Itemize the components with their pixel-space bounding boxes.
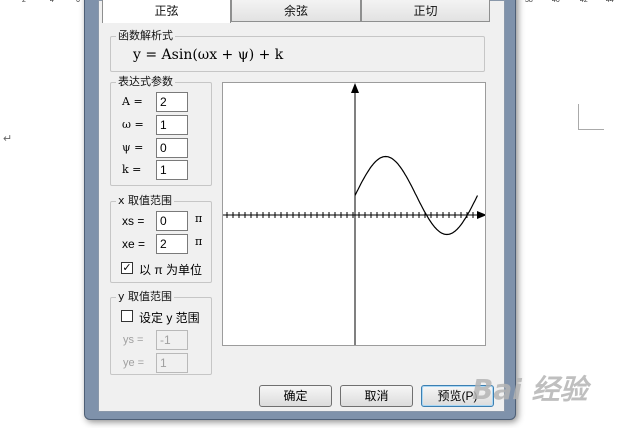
page-margin-corner xyxy=(578,104,604,130)
pi-unit-checkbox[interactable]: ✓ xyxy=(121,262,133,274)
cancel-button[interactable]: 取消 xyxy=(340,385,413,407)
graph-canvas xyxy=(223,83,487,345)
ruler-number: 44 xyxy=(606,0,614,4)
xs-pi-symbol: π xyxy=(195,212,203,225)
graph-preview-panel xyxy=(222,82,487,346)
tab-cosine[interactable]: 余弦 xyxy=(231,0,361,22)
param-a-label: A = xyxy=(122,95,143,108)
ruler-number: 40 xyxy=(552,0,560,4)
formula-group-title: 函数解析式 xyxy=(116,29,175,43)
formula-text: y = Asin(ωx + ψ) + k xyxy=(133,47,284,63)
xs-input[interactable]: 0 xyxy=(156,211,188,231)
tab-tangent[interactable]: 正切 xyxy=(361,0,490,22)
param-omega-input[interactable]: 1 xyxy=(156,115,188,135)
param-omega-label: ω = xyxy=(122,118,144,131)
y-range-group-title: y 取值范围 xyxy=(116,290,175,304)
params-group-title: 表达式参数 xyxy=(116,75,175,89)
param-psi-label: ψ = xyxy=(122,141,144,154)
sine-curve xyxy=(354,155,479,236)
param-psi-input[interactable]: 0 xyxy=(156,138,188,158)
y-axis-arrow-icon xyxy=(351,83,359,93)
baidu-watermark: Bai 经验 xyxy=(472,373,588,406)
ruler-number: 2 xyxy=(22,0,26,4)
ys-input[interactable]: -1 xyxy=(156,330,188,350)
param-k-label: k = xyxy=(122,163,142,176)
set-y-range-checkbox[interactable] xyxy=(121,310,133,322)
xe-pi-symbol: π xyxy=(195,235,203,248)
ok-button[interactable]: 确定 xyxy=(259,385,332,407)
xe-input[interactable]: 2 xyxy=(156,234,188,254)
ys-label: ys = xyxy=(123,334,144,346)
xs-label: xs = xyxy=(122,214,145,228)
ruler-number: 38 xyxy=(525,0,533,4)
param-k-input[interactable]: 1 xyxy=(156,160,188,180)
ye-label: ye = xyxy=(123,357,145,369)
ruler-number: 6 xyxy=(76,0,80,4)
param-a-input[interactable]: 2 xyxy=(156,92,188,112)
x-axis-arrow-icon xyxy=(477,211,487,219)
ye-input[interactable]: 1 xyxy=(156,353,188,373)
pi-unit-label: 以 π 为单位 xyxy=(139,263,202,277)
x-range-group-title: x 取值范围 xyxy=(116,194,175,208)
xe-label: xe = xyxy=(122,237,146,251)
ruler-number: 42 xyxy=(580,0,588,4)
ruler-number: 4 xyxy=(50,0,54,4)
tab-sine[interactable]: 正弦 xyxy=(102,0,231,23)
paragraph-mark: ↵ xyxy=(3,133,13,145)
set-y-range-label: 设定 y 范围 xyxy=(139,311,200,325)
